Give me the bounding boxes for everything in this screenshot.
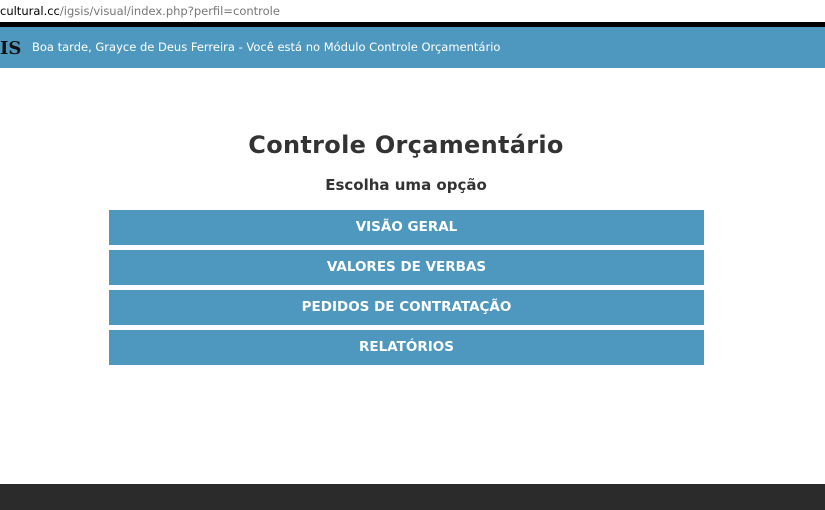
- page: cultural.cc/igsis/visual/index.php?perfi…: [0, 0, 825, 510]
- reports-button[interactable]: RELATÓRIOS: [109, 330, 704, 365]
- address-bar[interactable]: cultural.cc/igsis/visual/index.php?perfi…: [0, 0, 825, 22]
- budget-values-button[interactable]: VALORES DE VERBAS: [109, 250, 704, 285]
- site-logo[interactable]: IS: [0, 38, 21, 59]
- page-footer: [0, 484, 825, 510]
- top-navbar: IS Boa tarde, Grayce de Deus Ferreira - …: [0, 27, 825, 68]
- user-greeting: Boa tarde, Grayce de Deus Ferreira - Voc…: [32, 40, 501, 54]
- url-domain: cultural.cc: [0, 4, 60, 18]
- hiring-requests-button[interactable]: PEDIDOS DE CONTRATAÇÃO: [109, 290, 704, 325]
- overview-button[interactable]: VISÃO GERAL: [109, 210, 704, 245]
- url-path: /igsis/visual/index.php?perfil=controle: [59, 4, 280, 18]
- page-title: Controle Orçamentário: [248, 131, 564, 159]
- options-menu: VISÃO GERAL VALORES DE VERBAS PEDIDOS DE…: [109, 210, 704, 370]
- page-subtitle: Escolha uma opção: [325, 176, 487, 194]
- url-text[interactable]: cultural.cc/igsis/visual/index.php?perfi…: [0, 4, 280, 18]
